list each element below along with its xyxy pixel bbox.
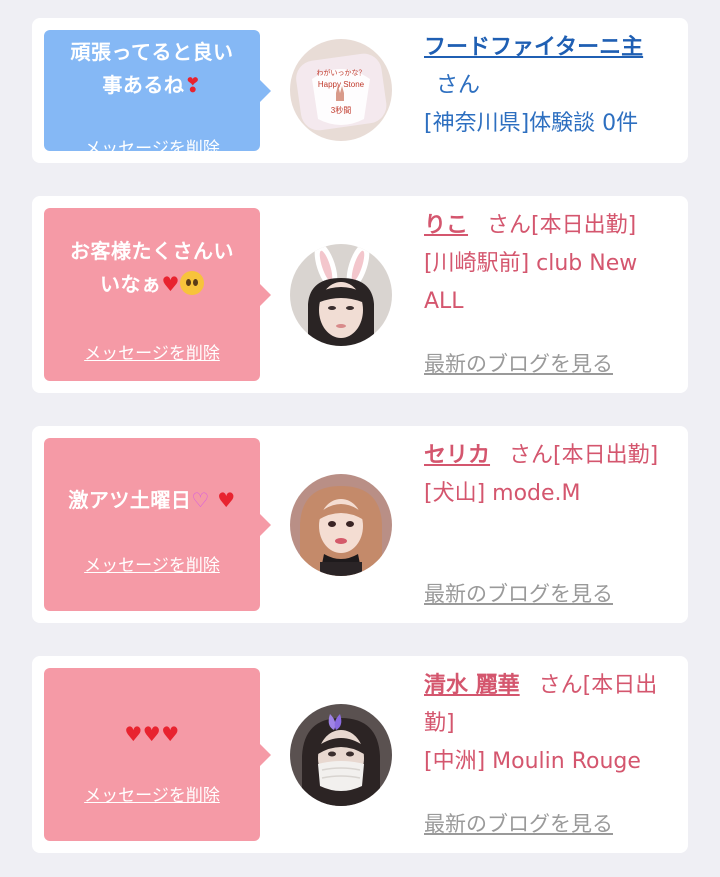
message-text: 激アツ土曜日♡ ♥ <box>50 484 254 517</box>
message-card: ♥♥♥ メッセージを削除 清水 麗華 さん[本日出勤] [中洲] Moulin … <box>32 656 688 853</box>
sender-name-link[interactable]: 清水 麗華 <box>424 673 520 698</box>
sender-info: りこ さん[本日出勤] [川崎駅前] club New ALL <box>424 207 674 321</box>
heart-icon: ♥ <box>161 722 180 746</box>
heart-icon: ❣ <box>184 73 202 97</box>
message-list: 頑張ってると良い 事あるね❣ メッセージを削除 わがいっかな？ Happy St… <box>0 0 720 877</box>
message-text-line: お客様たくさんい <box>70 239 234 263</box>
delete-message-link[interactable]: メッセージを削除 <box>44 339 260 364</box>
message-bubble: ♥♥♥ メッセージを削除 <box>44 668 271 841</box>
message-text-line: 事あるね <box>102 73 185 97</box>
pleading-face-icon <box>179 271 204 295</box>
avatar[interactable] <box>290 704 392 806</box>
latest-blog-link[interactable]: 最新のブログを見る <box>424 808 613 838</box>
sender-honorific: さん[本日出勤] <box>509 443 659 468</box>
sender-name-link[interactable]: フードファイターニ主 <box>424 35 643 60</box>
latest-blog-link[interactable]: 最新のブログを見る <box>424 578 613 608</box>
message-bubble: 激アツ土曜日♡ ♥ メッセージを削除 <box>44 438 271 611</box>
message-text: お客様たくさんい いなぁ♥ <box>50 235 254 301</box>
svg-text:Happy Stone: Happy Stone <box>318 80 365 89</box>
delete-message-link[interactable]: メッセージを削除 <box>44 551 260 576</box>
avatar[interactable] <box>290 244 392 346</box>
heart-icon: ♥ <box>142 722 162 746</box>
sparkling-heart-icon: ♡ <box>191 488 210 512</box>
message-text-line: 激アツ土曜日 <box>68 488 192 512</box>
sender-location: [犬山] mode.M <box>424 481 581 506</box>
message-card: 激アツ土曜日♡ ♥ メッセージを削除 セリカ さん[本日出勤] [犬山] mod… <box>32 426 688 623</box>
sender-name-link[interactable]: りこ <box>424 213 468 238</box>
delete-message-link[interactable]: メッセージを削除 <box>44 134 260 159</box>
message-text: 頑張ってると良い 事あるね❣ <box>50 36 254 102</box>
message-text-line: いなぁ <box>100 272 162 296</box>
sender-info: フードファイターニ主 さん [神奈川県]体験談 0件 <box>424 29 674 143</box>
sender-honorific: さん[本日出勤] <box>487 213 637 238</box>
sender-location: [神奈川県]体験談 0件 <box>424 111 639 136</box>
delete-message-link[interactable]: メッセージを削除 <box>44 781 260 806</box>
avatar[interactable] <box>290 474 392 576</box>
latest-blog-link[interactable]: 最新のブログを見る <box>424 348 613 378</box>
svg-text:3秒間: 3秒間 <box>331 105 351 115</box>
heart-icon: ♥ <box>161 272 180 296</box>
sender-honorific: さん <box>436 73 481 98</box>
message-bubble: 頑張ってると良い 事あるね❣ メッセージを削除 <box>44 30 271 159</box>
sender-location: [川崎駅前] club New ALL <box>424 251 638 314</box>
message-bubble: お客様たくさんい いなぁ♥ メッセージを削除 <box>44 208 271 381</box>
heart-icon: ♥ <box>124 722 143 746</box>
sender-info: 清水 麗華 さん[本日出勤] [中洲] Moulin Rouge <box>424 667 674 781</box>
message-text: ♥♥♥ <box>50 718 254 751</box>
message-text-line: 頑張ってると良い <box>70 40 234 64</box>
sender-location: [中洲] Moulin Rouge <box>424 749 641 774</box>
sender-info: セリカ さん[本日出勤] [犬山] mode.M <box>424 437 674 513</box>
sender-name-link[interactable]: セリカ <box>424 443 490 468</box>
message-card: 頑張ってると良い 事あるね❣ メッセージを削除 わがいっかな？ Happy St… <box>32 18 688 163</box>
svg-text:わがいっかな？: わがいっかな？ <box>317 68 366 77</box>
avatar[interactable]: わがいっかな？ Happy Stone 3秒間 <box>290 39 392 141</box>
heart-icon: ♥ <box>217 488 236 512</box>
message-card: お客様たくさんい いなぁ♥ メッセージを削除 りこ さん[本日出勤] [川崎駅前… <box>32 196 688 393</box>
